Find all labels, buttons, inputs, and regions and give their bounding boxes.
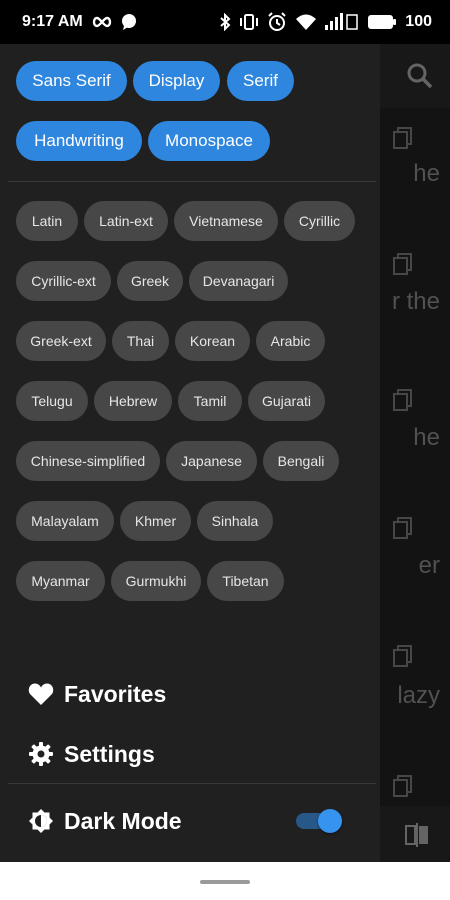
subset-chip-sinhala[interactable]: Sinhala: [197, 501, 273, 541]
subset-chip-hebrew[interactable]: Hebrew: [94, 381, 172, 421]
alarm-icon: [267, 12, 287, 32]
subset-chip-cyrillic-ext[interactable]: Cyrillic-ext: [16, 261, 111, 301]
category-chip-monospace[interactable]: Monospace: [148, 121, 270, 161]
subset-chip-greek[interactable]: Greek: [117, 261, 183, 301]
dark-mode-toggle[interactable]: [296, 807, 344, 835]
settings-label: Settings: [64, 740, 155, 767]
battery-level: 100: [405, 13, 432, 30]
subset-chip-bengali[interactable]: Bengali: [263, 441, 339, 481]
chat-bubble-icon: [121, 14, 137, 30]
subset-chip-japanese[interactable]: Japanese: [166, 441, 257, 481]
subset-chip-telugu[interactable]: Telugu: [16, 381, 88, 421]
subset-chip-latin[interactable]: Latin: [16, 201, 78, 241]
category-chip-sans-serif[interactable]: Sans Serif: [16, 61, 127, 101]
subset-chip-malayalam[interactable]: Malayalam: [16, 501, 114, 541]
divider: [8, 783, 376, 784]
heart-icon: [28, 681, 54, 707]
bluetooth-icon: [219, 13, 231, 31]
subset-chip-devanagari[interactable]: Devanagari: [189, 261, 288, 301]
category-chip-display[interactable]: Display: [133, 61, 220, 101]
subset-chip-vietnamese[interactable]: Vietnamese: [174, 201, 278, 241]
subset-chip-chinese-simplified[interactable]: Chinese-simplified: [16, 441, 160, 481]
battery-icon: [367, 14, 397, 30]
subset-chip-tamil[interactable]: Tamil: [178, 381, 242, 421]
gear-icon: [28, 741, 54, 767]
subset-chip-thai[interactable]: Thai: [112, 321, 169, 361]
subset-chip-latin-ext[interactable]: Latin-ext: [84, 201, 168, 241]
divider: [8, 181, 376, 182]
category-chip-handwriting[interactable]: Handwriting: [16, 121, 142, 161]
dark-mode-menu-item[interactable]: Dark Mode: [28, 801, 182, 841]
subset-chip-gujarati[interactable]: Gujarati: [248, 381, 325, 421]
subset-chip-cyrillic[interactable]: Cyrillic: [284, 201, 355, 241]
favorites-label: Favorites: [64, 680, 167, 707]
status-bar: 9:17 AM 100: [0, 0, 450, 44]
navigation-drawer: Sans Serif Display Serif Handwriting Mon…: [0, 44, 380, 862]
subset-chip-arabic[interactable]: Arabic: [256, 321, 325, 361]
subset-chip-myanmar[interactable]: Myanmar: [16, 561, 105, 601]
subset-chip-greek-ext[interactable]: Greek-ext: [16, 321, 106, 361]
subset-chip-khmer[interactable]: Khmer: [120, 501, 191, 541]
dark-mode-label: Dark Mode: [64, 807, 182, 834]
wifi-icon: [295, 13, 317, 31]
vibrate-icon: [239, 13, 259, 31]
infinity-icon: [91, 15, 113, 29]
favorites-menu-item[interactable]: Favorites: [28, 674, 166, 714]
subset-chip-tibetan[interactable]: Tibetan: [207, 561, 284, 601]
subset-chip-gurmukhi[interactable]: Gurmukhi: [111, 561, 201, 601]
system-nav-bar: [0, 862, 450, 900]
settings-menu-item[interactable]: Settings: [28, 734, 155, 774]
status-time: 9:17 AM: [22, 13, 83, 30]
brightness-icon: [28, 808, 54, 834]
category-chip-serif[interactable]: Serif: [227, 61, 294, 101]
home-gesture-bar[interactable]: [200, 880, 250, 884]
signal-icon: [325, 13, 359, 31]
subset-chip-korean[interactable]: Korean: [175, 321, 250, 361]
toggle-thumb: [318, 809, 342, 833]
